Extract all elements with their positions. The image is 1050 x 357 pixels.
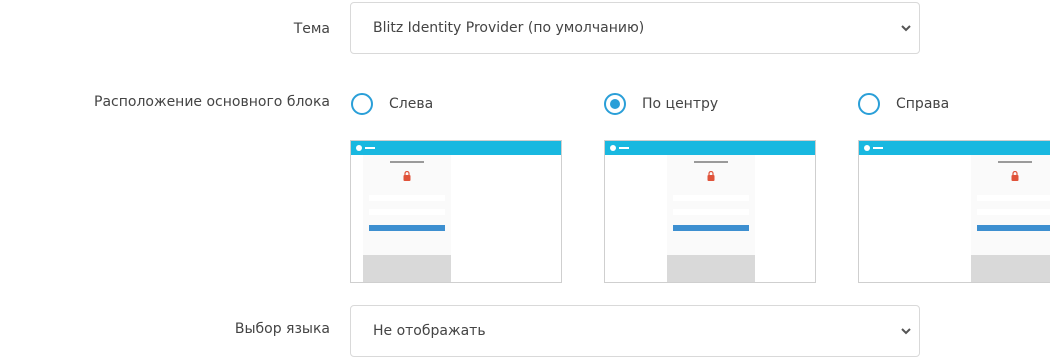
radio-right-circle[interactable] bbox=[858, 93, 880, 115]
radio-left-label: Слева bbox=[389, 96, 434, 112]
preview-login-panel bbox=[363, 155, 451, 282]
radio-right-label: Справа bbox=[896, 96, 950, 112]
preview-header-bar bbox=[605, 141, 815, 155]
preview-center[interactable] bbox=[604, 140, 816, 283]
preview-login-panel bbox=[667, 155, 755, 282]
radio-center-circle[interactable] bbox=[604, 93, 626, 115]
language-label: Выбор языка bbox=[234, 321, 330, 337]
layout-label: Расположение основного блока bbox=[94, 94, 330, 110]
language-select[interactable]: Не отображать bbox=[350, 305, 920, 357]
theme-select-value: Blitz Identity Provider (по умолчанию) bbox=[373, 20, 645, 36]
radio-left-circle[interactable] bbox=[351, 93, 373, 115]
theme-select[interactable]: Blitz Identity Provider (по умолчанию) bbox=[350, 2, 920, 54]
theme-label: Тема bbox=[293, 21, 330, 37]
lock-icon bbox=[707, 171, 715, 181]
radio-right[interactable]: Справа bbox=[858, 91, 949, 117]
preview-right[interactable] bbox=[858, 140, 1050, 283]
radio-center[interactable]: По центру bbox=[604, 91, 718, 117]
chevron-down-icon bbox=[901, 328, 911, 335]
lock-icon bbox=[1011, 171, 1019, 181]
preview-left[interactable] bbox=[350, 140, 562, 283]
radio-center-label: По центру bbox=[642, 96, 719, 112]
preview-login-panel bbox=[971, 155, 1050, 282]
lock-icon bbox=[403, 171, 411, 181]
preview-header-bar bbox=[351, 141, 561, 155]
radio-left[interactable]: Слева bbox=[351, 91, 433, 117]
language-select-value: Не отображать bbox=[373, 323, 486, 339]
chevron-down-icon bbox=[901, 25, 911, 32]
preview-header-bar bbox=[859, 141, 1050, 155]
